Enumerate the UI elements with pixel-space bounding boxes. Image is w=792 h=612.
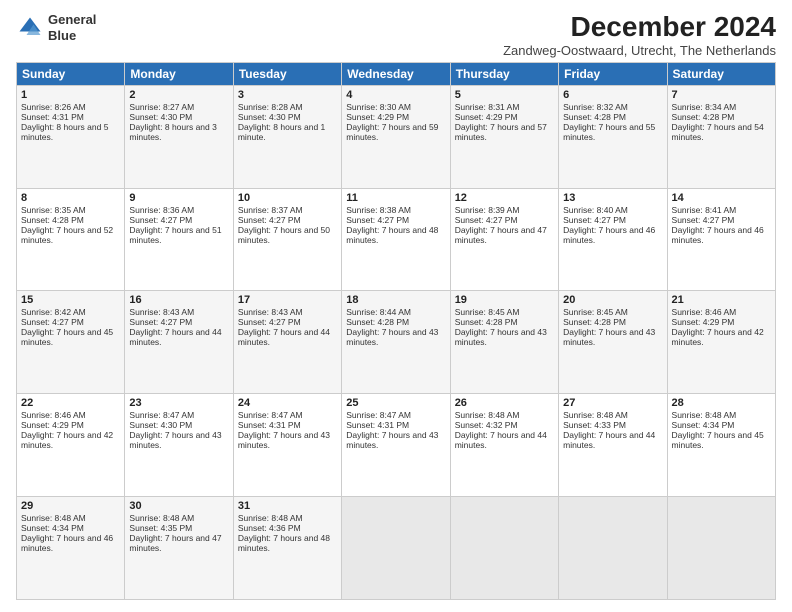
day-number: 27 xyxy=(563,397,662,409)
logo-text: General Blue xyxy=(48,12,96,43)
logo-icon xyxy=(16,14,44,42)
day-cell: 30Sunrise: 8:48 AMSunset: 4:35 PMDayligh… xyxy=(125,497,233,600)
day-cell: 29Sunrise: 8:48 AMSunset: 4:34 PMDayligh… xyxy=(17,497,125,600)
day-cell: 19Sunrise: 8:45 AMSunset: 4:28 PMDayligh… xyxy=(450,291,558,394)
subtitle: Zandweg-Oostwaard, Utrecht, The Netherla… xyxy=(503,43,776,58)
day-number: 17 xyxy=(238,294,337,306)
day-number: 22 xyxy=(21,397,120,409)
day-number: 23 xyxy=(129,397,228,409)
day-number: 11 xyxy=(346,192,445,204)
day-number: 18 xyxy=(346,294,445,306)
day-number: 30 xyxy=(129,500,228,512)
col-header-sunday: Sunday xyxy=(17,62,125,85)
day-cell xyxy=(450,497,558,600)
calendar-table: SundayMondayTuesdayWednesdayThursdayFrid… xyxy=(16,62,776,600)
day-number: 25 xyxy=(346,397,445,409)
week-row-3: 15Sunrise: 8:42 AMSunset: 4:27 PMDayligh… xyxy=(17,291,776,394)
header: General Blue December 2024 Zandweg-Oostw… xyxy=(16,12,776,58)
day-cell: 24Sunrise: 8:47 AMSunset: 4:31 PMDayligh… xyxy=(233,394,341,497)
month-title: December 2024 xyxy=(503,12,776,43)
day-number: 16 xyxy=(129,294,228,306)
day-cell: 3Sunrise: 8:28 AMSunset: 4:30 PMDaylight… xyxy=(233,85,341,188)
col-header-tuesday: Tuesday xyxy=(233,62,341,85)
day-number: 2 xyxy=(129,89,228,101)
day-cell: 14Sunrise: 8:41 AMSunset: 4:27 PMDayligh… xyxy=(667,188,775,291)
day-cell: 13Sunrise: 8:40 AMSunset: 4:27 PMDayligh… xyxy=(559,188,667,291)
day-cell: 27Sunrise: 8:48 AMSunset: 4:33 PMDayligh… xyxy=(559,394,667,497)
day-number: 12 xyxy=(455,192,554,204)
day-number: 6 xyxy=(563,89,662,101)
day-cell: 25Sunrise: 8:47 AMSunset: 4:31 PMDayligh… xyxy=(342,394,450,497)
title-block: December 2024 Zandweg-Oostwaard, Utrecht… xyxy=(503,12,776,58)
col-header-saturday: Saturday xyxy=(667,62,775,85)
day-cell: 10Sunrise: 8:37 AMSunset: 4:27 PMDayligh… xyxy=(233,188,341,291)
day-number: 9 xyxy=(129,192,228,204)
day-cell: 22Sunrise: 8:46 AMSunset: 4:29 PMDayligh… xyxy=(17,394,125,497)
day-cell: 12Sunrise: 8:39 AMSunset: 4:27 PMDayligh… xyxy=(450,188,558,291)
day-number: 1 xyxy=(21,89,120,101)
day-number: 26 xyxy=(455,397,554,409)
day-number: 4 xyxy=(346,89,445,101)
day-number: 21 xyxy=(672,294,771,306)
day-cell: 23Sunrise: 8:47 AMSunset: 4:30 PMDayligh… xyxy=(125,394,233,497)
col-header-thursday: Thursday xyxy=(450,62,558,85)
day-number: 28 xyxy=(672,397,771,409)
week-row-5: 29Sunrise: 8:48 AMSunset: 4:34 PMDayligh… xyxy=(17,497,776,600)
day-number: 31 xyxy=(238,500,337,512)
day-cell: 2Sunrise: 8:27 AMSunset: 4:30 PMDaylight… xyxy=(125,85,233,188)
day-cell: 18Sunrise: 8:44 AMSunset: 4:28 PMDayligh… xyxy=(342,291,450,394)
day-cell: 5Sunrise: 8:31 AMSunset: 4:29 PMDaylight… xyxy=(450,85,558,188)
day-cell: 6Sunrise: 8:32 AMSunset: 4:28 PMDaylight… xyxy=(559,85,667,188)
day-cell: 16Sunrise: 8:43 AMSunset: 4:27 PMDayligh… xyxy=(125,291,233,394)
day-number: 8 xyxy=(21,192,120,204)
day-number: 5 xyxy=(455,89,554,101)
day-cell: 15Sunrise: 8:42 AMSunset: 4:27 PMDayligh… xyxy=(17,291,125,394)
day-cell: 11Sunrise: 8:38 AMSunset: 4:27 PMDayligh… xyxy=(342,188,450,291)
day-cell xyxy=(559,497,667,600)
col-header-monday: Monday xyxy=(125,62,233,85)
day-cell: 26Sunrise: 8:48 AMSunset: 4:32 PMDayligh… xyxy=(450,394,558,497)
day-number: 10 xyxy=(238,192,337,204)
day-number: 13 xyxy=(563,192,662,204)
day-number: 7 xyxy=(672,89,771,101)
day-number: 20 xyxy=(563,294,662,306)
day-number: 29 xyxy=(21,500,120,512)
day-cell: 31Sunrise: 8:48 AMSunset: 4:36 PMDayligh… xyxy=(233,497,341,600)
day-cell: 7Sunrise: 8:34 AMSunset: 4:28 PMDaylight… xyxy=(667,85,775,188)
day-cell xyxy=(342,497,450,600)
day-number: 15 xyxy=(21,294,120,306)
week-row-2: 8Sunrise: 8:35 AMSunset: 4:28 PMDaylight… xyxy=(17,188,776,291)
col-header-friday: Friday xyxy=(559,62,667,85)
day-cell: 28Sunrise: 8:48 AMSunset: 4:34 PMDayligh… xyxy=(667,394,775,497)
day-cell: 9Sunrise: 8:36 AMSunset: 4:27 PMDaylight… xyxy=(125,188,233,291)
day-cell: 21Sunrise: 8:46 AMSunset: 4:29 PMDayligh… xyxy=(667,291,775,394)
day-number: 3 xyxy=(238,89,337,101)
week-row-4: 22Sunrise: 8:46 AMSunset: 4:29 PMDayligh… xyxy=(17,394,776,497)
day-cell xyxy=(667,497,775,600)
day-cell: 8Sunrise: 8:35 AMSunset: 4:28 PMDaylight… xyxy=(17,188,125,291)
day-cell: 20Sunrise: 8:45 AMSunset: 4:28 PMDayligh… xyxy=(559,291,667,394)
day-cell: 17Sunrise: 8:43 AMSunset: 4:27 PMDayligh… xyxy=(233,291,341,394)
day-cell: 1Sunrise: 8:26 AMSunset: 4:31 PMDaylight… xyxy=(17,85,125,188)
day-number: 14 xyxy=(672,192,771,204)
day-number: 19 xyxy=(455,294,554,306)
page: General Blue December 2024 Zandweg-Oostw… xyxy=(0,0,792,612)
logo: General Blue xyxy=(16,12,96,43)
week-row-1: 1Sunrise: 8:26 AMSunset: 4:31 PMDaylight… xyxy=(17,85,776,188)
col-header-wednesday: Wednesday xyxy=(342,62,450,85)
day-number: 24 xyxy=(238,397,337,409)
day-cell: 4Sunrise: 8:30 AMSunset: 4:29 PMDaylight… xyxy=(342,85,450,188)
